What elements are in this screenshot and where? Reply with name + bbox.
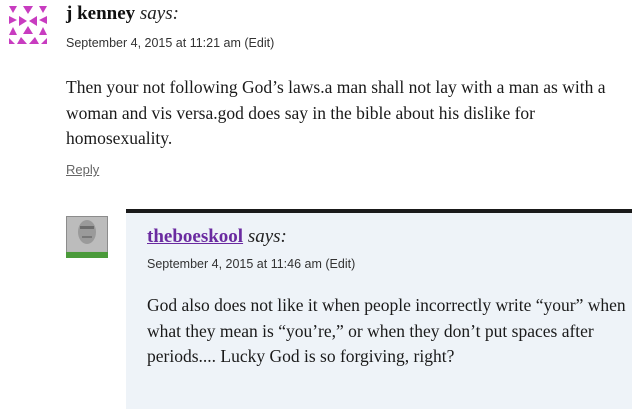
author-name: j kenney bbox=[66, 3, 136, 24]
avatar-status-bar bbox=[66, 252, 108, 258]
reply-link[interactable]: Reply bbox=[66, 162, 99, 177]
comment-text: Then your not following God’s laws.a man… bbox=[66, 77, 606, 148]
comment-author: theboeskool says: bbox=[147, 226, 287, 248]
comment-meta: September 4, 2015 at 11:21 am (Edit) bbox=[66, 36, 274, 50]
says-label: says: bbox=[139, 3, 179, 24]
comment-meta: September 4, 2015 at 11:46 am (Edit) bbox=[147, 257, 355, 271]
comment-date-link[interactable]: September 4, 2015 at 11:21 am bbox=[66, 36, 241, 50]
comment-author: j kenney says: bbox=[66, 3, 179, 25]
author-name-link[interactable]: theboeskool bbox=[147, 226, 243, 247]
face-icon bbox=[67, 217, 107, 251]
identicon-avatar-icon[interactable] bbox=[7, 4, 49, 46]
says-label: says: bbox=[247, 226, 287, 247]
comment-date-link[interactable]: September 4, 2015 at 11:46 am bbox=[147, 257, 322, 271]
comment-text: God also does not like it when people in… bbox=[147, 295, 626, 366]
edit-link[interactable]: (Edit) bbox=[325, 257, 355, 271]
edit-link[interactable]: (Edit) bbox=[244, 36, 274, 50]
